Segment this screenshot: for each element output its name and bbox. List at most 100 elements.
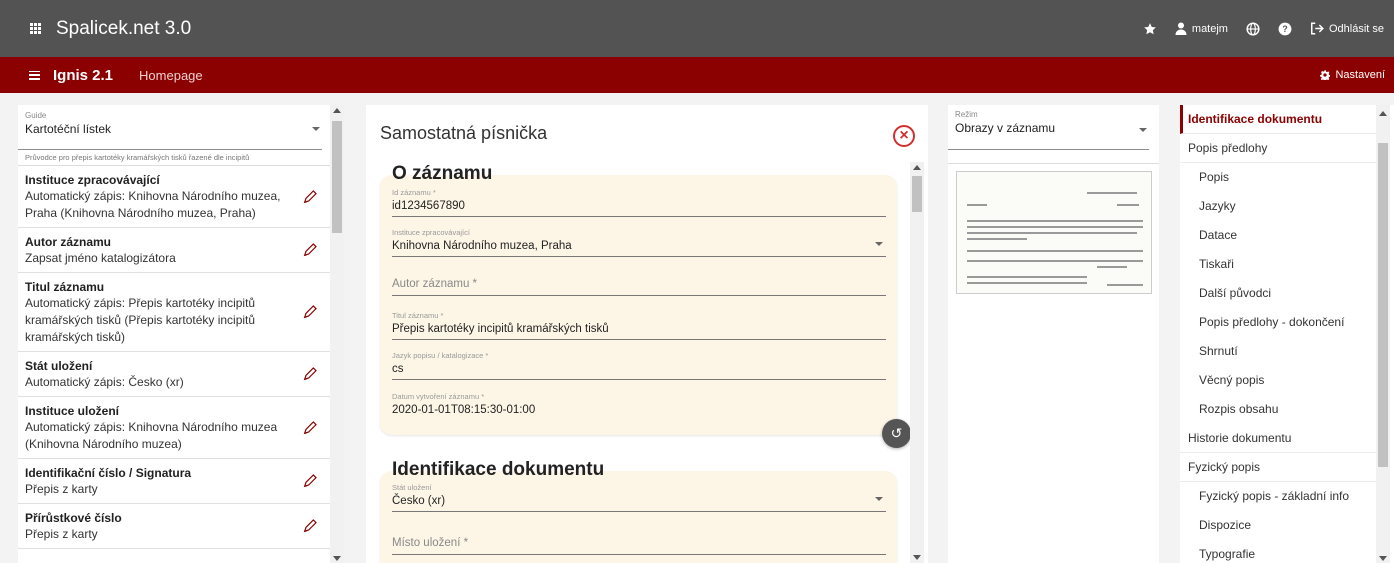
guide-item-description: Přepis z karty xyxy=(25,482,98,496)
scroll-up-icon[interactable] xyxy=(333,108,341,113)
app-title[interactable]: Spalicek.net 3.0 xyxy=(56,18,191,40)
field-label: Instituce zpracovávající xyxy=(392,228,470,237)
scroll-thumb[interactable] xyxy=(912,176,922,212)
guide-item[interactable]: Titul záznamu Automatický zápis: Přepis k… xyxy=(18,273,330,352)
pen-icon[interactable] xyxy=(302,366,318,385)
nav-item[interactable]: Tiskaři xyxy=(1180,250,1376,279)
guide-item[interactable]: Přírůstkové číslo Přepis z karty xyxy=(18,504,330,549)
nav-item[interactable]: Popis xyxy=(1180,163,1376,192)
user-menu[interactable]: matejm xyxy=(1175,22,1228,35)
guide-item-title: Titul záznamu xyxy=(25,280,105,294)
pen-icon[interactable] xyxy=(302,473,318,492)
logout-button[interactable]: Odhlásit se xyxy=(1310,22,1384,35)
country-select[interactable]: Stát uložení Česko (xr) xyxy=(392,483,886,512)
header-actions: matejm ? Odhlásit se xyxy=(1125,0,1384,57)
guide-item[interactable]: Autor záznamu Zapsat jméno katalogizátora xyxy=(18,228,330,273)
mode-select[interactable]: Režim Obrazy v záznamu xyxy=(948,105,1149,150)
nav-item[interactable]: Popis předlohy - dokončení xyxy=(1180,308,1376,337)
guide-item[interactable]: Instituce zpracovávající Automatický zápi… xyxy=(18,166,330,228)
nav-item[interactable]: Věcný popis xyxy=(1180,366,1376,395)
storage-place-field[interactable]: Místo uložení * xyxy=(392,537,886,555)
guide-item-title: Přírůstkové číslo xyxy=(25,511,122,525)
scroll-down-icon[interactable] xyxy=(1379,556,1387,561)
record-title-field[interactable]: Titul záznamu * Přepis kartotéky incipit… xyxy=(392,311,886,340)
favorites-button[interactable] xyxy=(1143,22,1157,36)
gear-icon xyxy=(1320,70,1331,80)
pen-icon[interactable] xyxy=(302,242,318,261)
guide-panel: Guide Kartotéční lístek Průvodce pro pře… xyxy=(18,105,330,563)
nav-item[interactable]: Další původci xyxy=(1180,279,1376,308)
scroll-thumb[interactable] xyxy=(1378,143,1388,467)
guide-item-title: Autor záznamu xyxy=(25,235,112,249)
guide-item-title: Instituce uložení xyxy=(25,404,120,418)
nav-item[interactable]: Fyzický popis - základní info xyxy=(1180,482,1376,511)
form-scrollbar[interactable] xyxy=(910,162,924,563)
field-value: Knihovna Národního muzea, Praha xyxy=(392,240,572,252)
pen-icon[interactable] xyxy=(302,518,318,537)
language-button[interactable] xyxy=(1246,21,1260,36)
reset-button[interactable]: ↺ xyxy=(882,419,911,448)
pen-icon[interactable] xyxy=(302,420,318,439)
app-header: Spalicek.net 3.0 matejm ? Odhlásit se xyxy=(0,0,1394,57)
guide-item-description: Automatický zápis: Česko (xr) xyxy=(25,375,184,389)
guide-select-value: Kartotéční lístek xyxy=(25,122,112,136)
record-author-field[interactable]: Autor záznamu * xyxy=(392,278,886,296)
guide-item[interactable]: Instituce uložení Automatický zápis: Knih… xyxy=(18,397,330,459)
processing-institution-select[interactable]: Instituce zpracovávající Knihovna Národn… xyxy=(392,228,886,257)
close-icon: × xyxy=(899,127,909,144)
logout-icon xyxy=(1310,22,1324,35)
pen-icon[interactable] xyxy=(302,304,318,323)
nav-item[interactable]: Dispozice xyxy=(1180,511,1376,540)
homepage-link[interactable]: Homepage xyxy=(139,68,203,83)
scroll-down-icon[interactable] xyxy=(913,555,921,560)
module-title[interactable]: Ignis 2.1 xyxy=(53,67,113,84)
nav-item[interactable]: Popis předlohy xyxy=(1180,134,1376,163)
section-o-zaznamu: O záznamu Id záznamu * id1234567890 Inst… xyxy=(380,163,897,435)
field-label: Jazyk popisu / katalogizace * xyxy=(392,351,489,360)
scroll-down-icon[interactable] xyxy=(333,556,341,561)
scroll-up-icon[interactable] xyxy=(913,165,921,170)
guide-item[interactable]: Identifikační číslo / Signatura Přepis z … xyxy=(18,459,330,504)
nav-item[interactable]: Typografie xyxy=(1180,540,1376,563)
nav-item[interactable]: Jazyky xyxy=(1180,192,1376,221)
nav-item[interactable]: Fyzický popis xyxy=(1180,453,1376,482)
nav-item[interactable]: Rozpis obsahu xyxy=(1180,395,1376,424)
catalog-card-image[interactable] xyxy=(956,171,1152,294)
menu-icon[interactable] xyxy=(29,70,40,80)
created-date-field[interactable]: Datum vytvoření záznamu * 2020-01-01T08:… xyxy=(392,392,886,420)
guide-scrollbar[interactable] xyxy=(330,105,344,563)
nav-item[interactable]: Shrnutí xyxy=(1180,337,1376,366)
guide-item[interactable]: Stát uložení Automatický zápis: Česko (xr… xyxy=(18,352,330,397)
section-nav: Identifikace dokumentu Popis předlohy Popi… xyxy=(1180,105,1394,563)
nav-item[interactable]: Historie dokumentu xyxy=(1180,424,1376,453)
guide-select-label: Guide xyxy=(25,111,47,120)
guide-select[interactable]: Guide Kartotéční lístek xyxy=(18,105,322,150)
nav-item[interactable]: Identifikace dokumentu xyxy=(1180,105,1376,134)
help-button[interactable]: ? xyxy=(1278,22,1292,36)
apps-grid-icon[interactable] xyxy=(30,22,42,35)
field-label: Datum vytvoření záznamu * xyxy=(392,392,485,401)
nav-scrollbar[interactable] xyxy=(1376,105,1390,563)
settings-button[interactable]: Nastavení xyxy=(1320,57,1385,93)
mode-select-value: Obrazy v záznamu xyxy=(955,121,1056,135)
language-field[interactable]: Jazyk popisu / katalogizace * cs xyxy=(392,351,886,380)
help-icon: ? xyxy=(1278,22,1292,35)
user-icon xyxy=(1175,22,1187,35)
close-button[interactable]: × xyxy=(893,125,915,147)
scroll-up-icon[interactable] xyxy=(1379,111,1387,116)
username: matejm xyxy=(1191,22,1228,35)
field-value: cs xyxy=(392,363,404,375)
scroll-thumb[interactable] xyxy=(332,121,342,233)
field-placeholder: Místo uložení * xyxy=(392,537,469,549)
globe-icon xyxy=(1246,21,1260,36)
settings-label: Nastavení xyxy=(1335,69,1385,81)
record-id-field[interactable]: Id záznamu * id1234567890 xyxy=(392,188,886,217)
pen-icon[interactable] xyxy=(302,189,318,208)
chevron-down-icon xyxy=(1139,128,1147,132)
guide-item-description: Automatický zápis: Knihovna Národního mu… xyxy=(25,189,281,220)
divider xyxy=(948,163,1159,164)
form-title: Samostatná písnička xyxy=(380,123,548,143)
record-form-panel: Samostatná písnička × O záznamu Id zázna… xyxy=(366,105,928,563)
guide-item-description: Přepis z karty xyxy=(25,527,98,541)
nav-item[interactable]: Datace xyxy=(1180,221,1376,250)
